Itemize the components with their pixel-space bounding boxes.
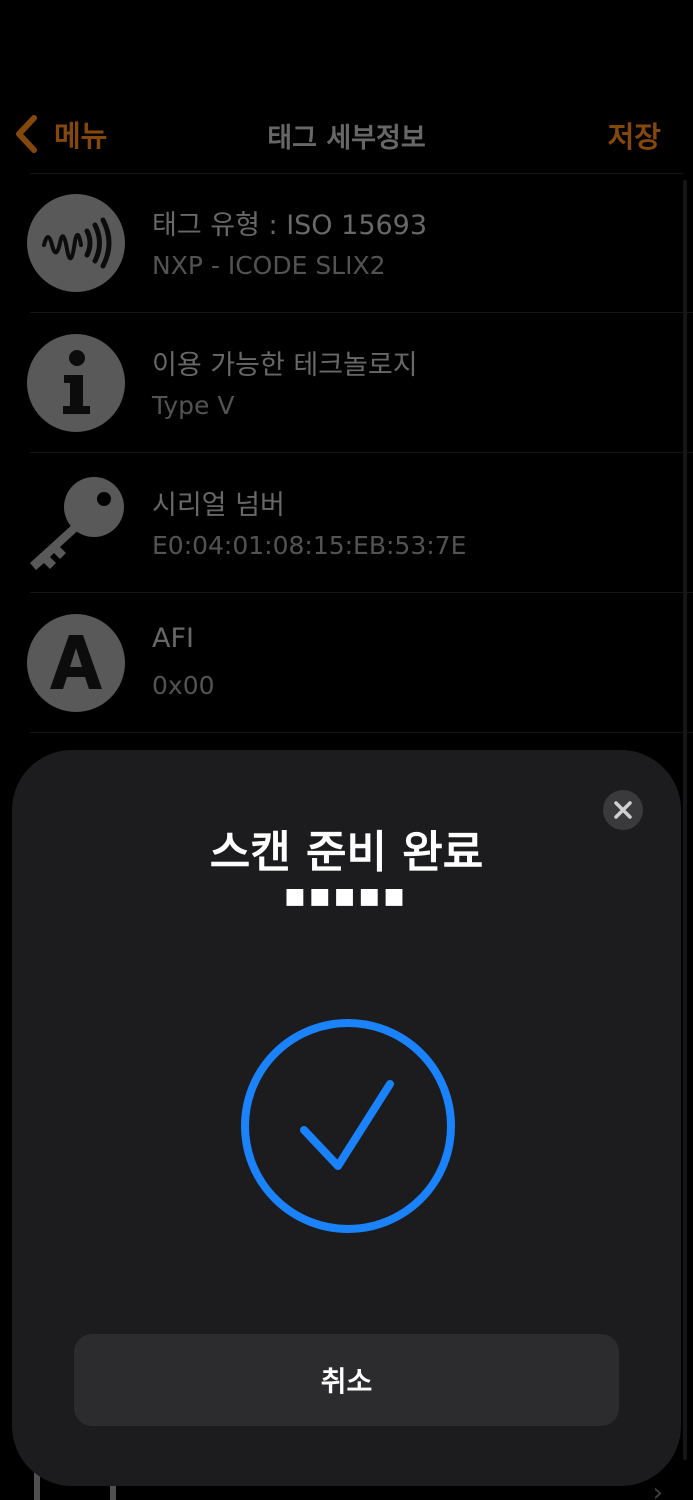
cancel-button[interactable]: 취소 bbox=[74, 1334, 619, 1426]
sheet-message: ■■■■■ bbox=[284, 884, 409, 909]
sheet-title: 스캔 준비 완료 bbox=[209, 827, 484, 878]
checkmark-circle-icon bbox=[241, 1019, 455, 1233]
nfc-scan-sheet: 스캔 준비 완료 ■■■■■ 취소 bbox=[12, 750, 681, 1486]
screen: 메뉴 태그 세부정보 저장 태그 유형 : ISO 15693 NXP - IC… bbox=[0, 0, 693, 1500]
